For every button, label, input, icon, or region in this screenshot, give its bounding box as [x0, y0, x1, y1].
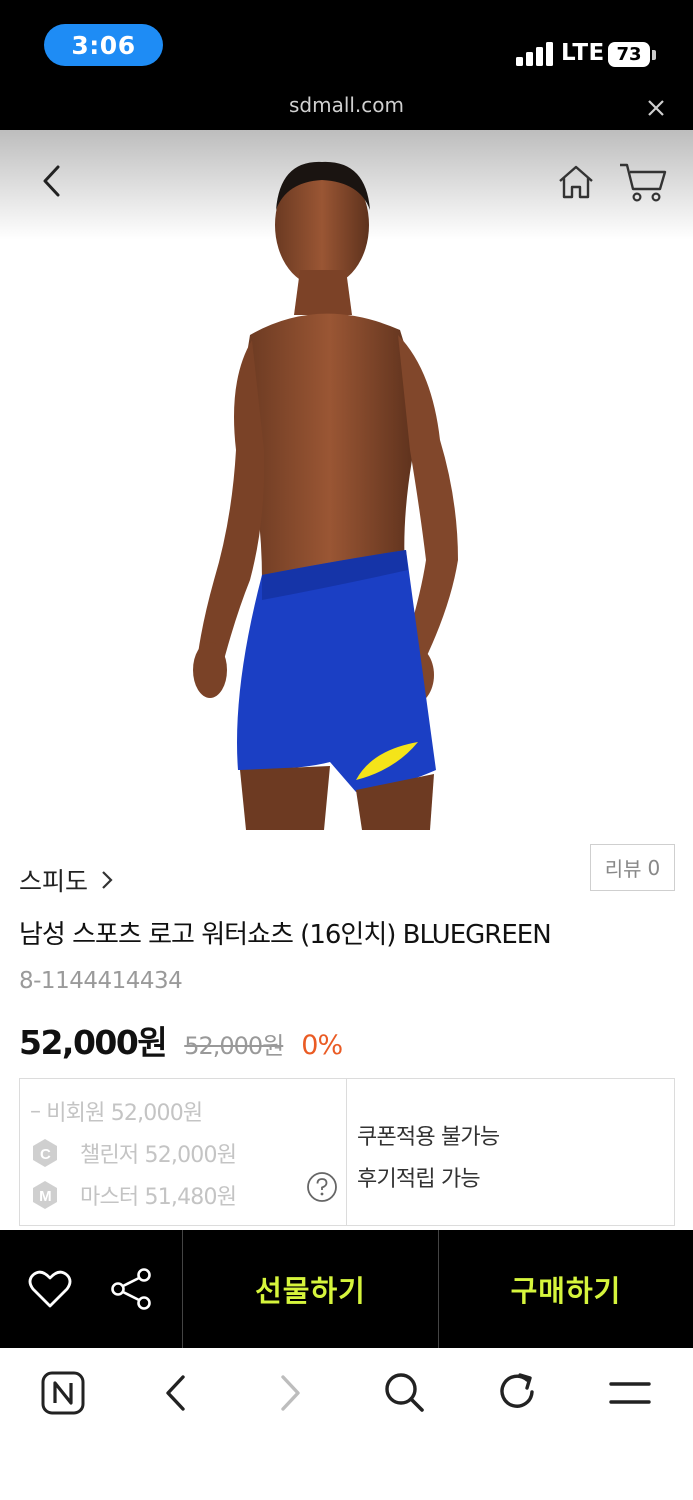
product-code: 8-1144414434	[19, 968, 183, 994]
buy-button[interactable]: 구매하기	[439, 1230, 693, 1348]
member-price-box: – 비회원 52,000원 C 챌린저 52,000원 M 마스터 51,480…	[19, 1078, 675, 1226]
tier-challenger-label: 챌린저 52,000원	[80, 1143, 237, 1168]
price-row: 52,000원 52,000원 0%	[19, 1016, 343, 1064]
url-domain: sdmall.com	[288, 93, 405, 117]
refresh-icon[interactable]	[496, 1370, 540, 1414]
home-icon[interactable]	[557, 163, 595, 201]
browser-back-icon[interactable]	[160, 1374, 190, 1412]
member-tier-prices: – 비회원 52,000원 C 챌린저 52,000원 M 마스터 51,480…	[20, 1079, 347, 1225]
purchase-action-bar: 선물하기 구매하기	[0, 1230, 693, 1348]
coupon-note: 쿠폰적용 불가능	[357, 1125, 500, 1150]
tier-challenger: C 챌린저 52,000원	[30, 1137, 237, 1169]
battery-tip	[652, 50, 656, 60]
brand-link[interactable]: 스피도	[19, 862, 114, 898]
signal-icon	[516, 42, 554, 66]
url-bar[interactable]: sdmall.com	[0, 88, 693, 130]
model-illustration	[193, 161, 458, 830]
benefit-notes: 쿠폰적용 불가능 후기적립 가능	[347, 1079, 674, 1225]
product-image	[0, 130, 693, 830]
chevron-left-icon[interactable]	[40, 164, 64, 198]
tier-master: M 마스터 51,480원	[30, 1179, 237, 1211]
share-icon[interactable]	[110, 1268, 152, 1310]
master-badge-letter: M	[39, 1188, 51, 1205]
question-circle-icon[interactable]	[306, 1171, 338, 1203]
original-price: 52,000원	[184, 1032, 284, 1060]
brand-name: 스피도	[19, 867, 89, 896]
tier-master-label: 마스터 51,480원	[80, 1185, 237, 1210]
heart-icon[interactable]	[28, 1269, 72, 1309]
status-time: 3:06	[44, 24, 163, 66]
cart-icon[interactable]	[618, 161, 668, 203]
tier-guest: – 비회원 52,000원	[30, 1095, 203, 1127]
close-icon[interactable]	[644, 96, 668, 120]
naver-home-icon[interactable]	[40, 1370, 86, 1416]
battery-icon: 73	[608, 42, 650, 67]
gift-button[interactable]: 선물하기	[183, 1230, 438, 1348]
discount-rate: 0%	[301, 1030, 343, 1061]
review-reward-note: 후기적립 가능	[357, 1167, 481, 1192]
challenger-badge-letter: C	[40, 1146, 51, 1163]
sale-price: 52,000원	[19, 1023, 168, 1062]
network-label: LTE	[561, 40, 605, 66]
menu-icon[interactable]	[608, 1380, 652, 1406]
search-icon[interactable]	[382, 1370, 426, 1414]
challenger-badge-icon: C	[33, 1139, 57, 1167]
product-name: 남성 스포츠 로고 워터쇼츠 (16인치) BLUEGREEN	[19, 920, 552, 950]
review-label: 리뷰	[604, 857, 642, 881]
review-count: 0	[647, 855, 661, 880]
chevron-right-icon	[102, 871, 113, 889]
browser-toolbar	[0, 1348, 693, 1500]
status-bar: 3:06 LTE 73	[0, 0, 693, 88]
review-button[interactable]: 리뷰 0	[590, 844, 675, 891]
tier-guest-label: 비회원 52,000원	[46, 1101, 203, 1126]
master-badge-icon: M	[33, 1181, 57, 1209]
tier-guest-badge: –	[30, 1098, 41, 1124]
browser-forward-icon[interactable]	[276, 1374, 306, 1412]
